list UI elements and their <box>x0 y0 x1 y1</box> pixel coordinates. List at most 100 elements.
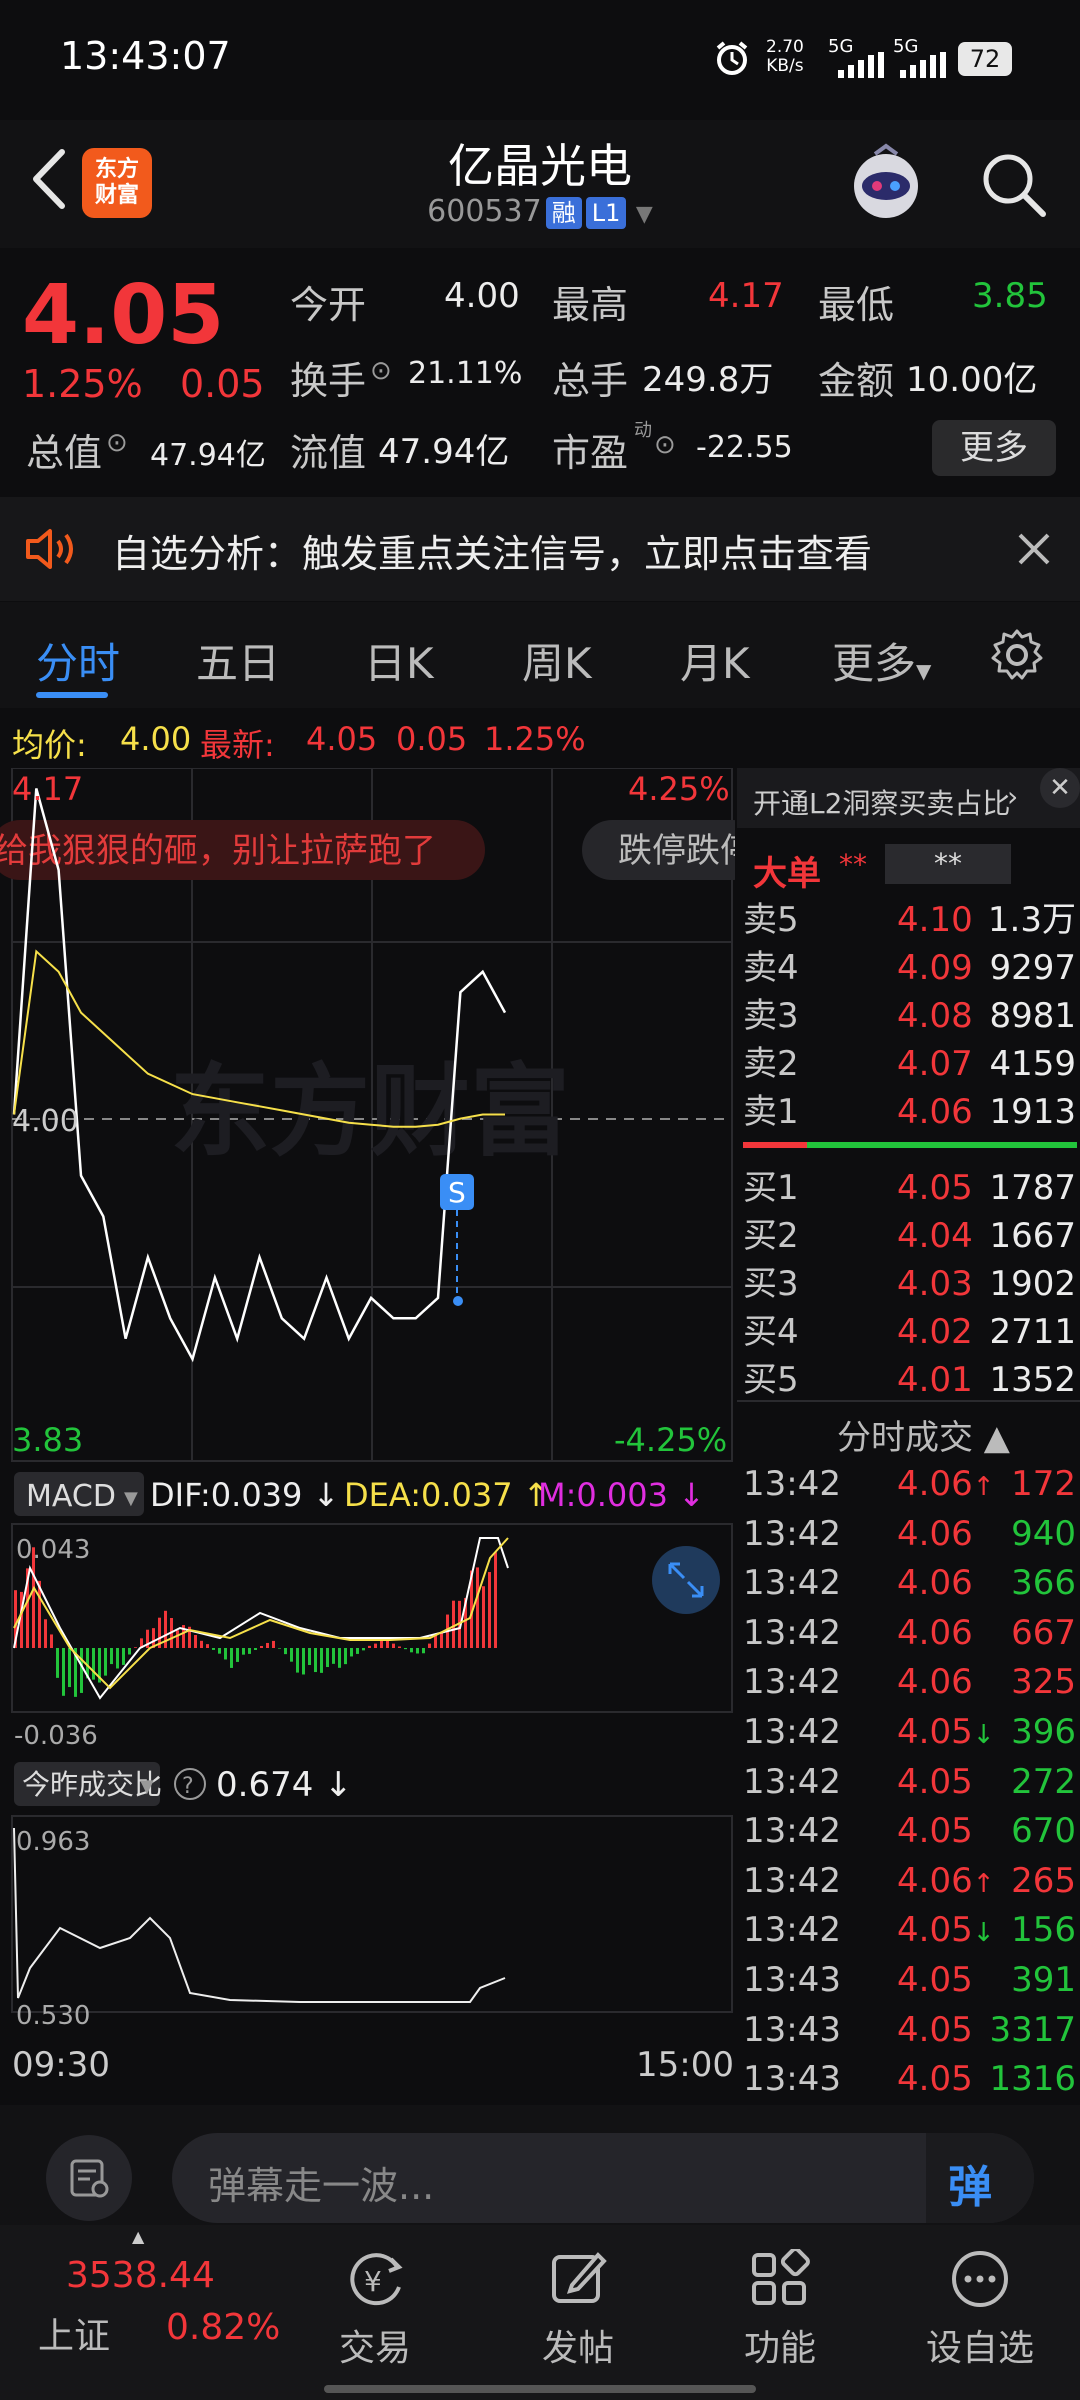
volume-value: 249.8万 <box>642 360 774 400</box>
l2-label: 开通L2洞察买卖占比 <box>753 787 1011 820</box>
trade-time: 13:42 <box>743 1860 841 1901</box>
trade-row: 13:42 4.05 272 <box>737 1758 1080 1806</box>
macd-bar <box>116 1648 119 1669</box>
dropdown-icon: ▼ <box>635 202 653 227</box>
bid-row[interactable]: 买2 4.04 1667 <box>737 1212 1080 1260</box>
bid-volume: 1352 <box>989 1360 1076 1400</box>
period-tabs: 分时 五日 日K 周K 月K 更多▼ <box>0 602 1080 708</box>
robot-assistant-icon[interactable] <box>845 142 927 224</box>
trade-volume: 1316 <box>989 2059 1076 2100</box>
ratio-top-label: 0.963 <box>16 1827 90 1857</box>
m-value: M:0.003 ↓ <box>538 1476 705 1514</box>
level-tag: L1 <box>585 197 627 229</box>
trade-time: 13:42 <box>743 1811 841 1852</box>
macd-bar <box>236 1648 239 1662</box>
tab-five-day[interactable]: 五日 <box>196 630 280 691</box>
tab-monthly-k[interactable]: 月K <box>680 630 750 691</box>
ask-row[interactable]: 卖1 4.06 1913 <box>737 1088 1080 1136</box>
latest-label: 最新: <box>200 726 275 764</box>
close-icon[interactable]: ✕ <box>1040 768 1080 808</box>
y-top-label: 4.17 <box>12 770 83 808</box>
trades-header[interactable]: 分时成交 ▲ <box>837 1410 1010 1459</box>
ask-label: 卖3 <box>743 996 799 1036</box>
send-danmu-button[interactable]: 弹 <box>926 2133 1034 2223</box>
search-icon[interactable] <box>975 146 1051 222</box>
bid-row[interactable]: 买3 4.03 1902 <box>737 1260 1080 1308</box>
signal-2-icon <box>900 52 946 78</box>
ask-row[interactable]: 卖4 4.09 9297 <box>737 944 1080 992</box>
settings-icon[interactable] <box>990 628 1044 682</box>
note-button[interactable] <box>46 2135 132 2221</box>
macd-bar <box>398 1646 401 1648</box>
trade-price: 4.06 <box>897 1662 973 1703</box>
trade-price: 4.05 <box>897 1811 973 1852</box>
float-cap-label: 流值 <box>290 431 367 475</box>
margin-tag: 融 <box>545 197 582 229</box>
tab-daily-k[interactable]: 日K <box>364 630 434 691</box>
bid-row[interactable]: 买5 4.01 1352 <box>737 1356 1080 1404</box>
ratio-bottom-label: 0.530 <box>16 2001 90 2031</box>
amount-value: 10.00亿 <box>906 360 1038 400</box>
low-value: 3.85 <box>972 276 1048 316</box>
bid-row[interactable]: 买1 4.05 1787 <box>737 1164 1080 1212</box>
ask-row[interactable]: 卖3 4.08 8981 <box>737 992 1080 1040</box>
l2-banner[interactable]: 开通L2洞察买卖占比 › <box>737 768 1080 828</box>
close-icon[interactable] <box>1016 531 1052 567</box>
ask-row[interactable]: 卖5 4.10 1.3万 <box>737 896 1080 944</box>
macd-bar <box>80 1648 83 1693</box>
macd-bar <box>344 1648 347 1665</box>
grid-icon <box>752 2249 810 2305</box>
macd-bar <box>50 1634 53 1648</box>
danmu-input[interactable]: 弹幕走一波... 弹 <box>172 2133 1034 2223</box>
index-ticker[interactable]: ▲ 3538.44 上证 0.82% <box>0 2225 300 2400</box>
stock-header: 东方 财富 亿晶光电 600537 融 L1 ▼ <box>0 120 1080 248</box>
battery-icon: 72 <box>958 42 1012 76</box>
order-book-panel: 开通L2洞察买卖占比 › ✕ 大单 ** ** 卖5 4.10 1.3万 卖4 4.09… <box>737 768 1080 2103</box>
bid-volume: 2711 <box>989 1312 1076 1352</box>
trade-volume: 3317 <box>989 2009 1076 2050</box>
latest-pct: 1.25% <box>484 720 586 758</box>
expand-icon <box>652 1546 720 1614</box>
ask-volume: 1913 <box>989 1092 1076 1132</box>
trade-volume: 391 <box>1011 1960 1076 2000</box>
alert-banner[interactable]: 自选分析：触发重点关注信号，立即点击查看 <box>0 497 1080 601</box>
macd-bar <box>326 1648 329 1668</box>
bid-volume: 1787 <box>989 1168 1076 1208</box>
high-label: 最高 <box>552 283 629 327</box>
trade-volume: 156 <box>1011 1910 1076 1951</box>
ask-row[interactable]: 卖2 4.07 4159 <box>737 1040 1080 1088</box>
ask-label: 卖2 <box>743 1044 799 1084</box>
macd-bar <box>56 1648 59 1678</box>
macd-bar <box>62 1648 65 1696</box>
bottom-nav: ▲ 3538.44 上证 0.82% ¥ 交易 发帖 功能 设自选 <box>0 2225 1080 2400</box>
info-icon[interactable]: ⊙ <box>106 428 128 458</box>
watermark: 东方财富 <box>170 1053 570 1170</box>
open-value: 4.00 <box>444 276 520 316</box>
ask-volume: 9297 <box>989 948 1076 988</box>
s-marker-label: S <box>448 1176 466 1209</box>
change-pct: 1.25% <box>22 362 143 406</box>
tab-weekly-k[interactable]: 周K <box>522 630 592 691</box>
tab-more[interactable]: 更多▼ <box>832 630 931 691</box>
ask-volume: 8981 <box>989 996 1076 1036</box>
macd-bottom-label: -0.036 <box>14 1721 98 1751</box>
tab-intraday[interactable]: 分时 <box>36 630 120 691</box>
macd-bar <box>44 1619 47 1648</box>
macd-bar <box>296 1648 299 1673</box>
intraday-chart[interactable]: 东方财富 给我狠狠的砸，别让拉萨跑了 跌停跌停 S 4.17 4.25% 4.0… <box>0 768 735 2103</box>
macd-bar <box>230 1648 233 1668</box>
more-quote-button[interactable]: 更多 <box>932 420 1056 476</box>
info-icon[interactable]: ⊙ <box>370 356 392 386</box>
macd-bar <box>374 1643 377 1648</box>
alert-text: 自选分析：触发重点关注信号，立即点击查看 <box>112 532 873 576</box>
bid-row[interactable]: 买4 4.02 2711 <box>737 1308 1080 1356</box>
macd-bar <box>200 1640 203 1648</box>
pct-bottom-label: -4.25% <box>614 1421 727 1459</box>
divider <box>737 1400 1080 1402</box>
macd-bar <box>134 1647 137 1648</box>
ratio-value: 0.674 ↓ <box>216 1765 353 1805</box>
trade-time: 13:42 <box>743 1464 841 1504</box>
macd-bar <box>224 1648 227 1660</box>
info-icon[interactable]: ⊙ <box>654 430 676 460</box>
macd-bar <box>212 1648 215 1650</box>
